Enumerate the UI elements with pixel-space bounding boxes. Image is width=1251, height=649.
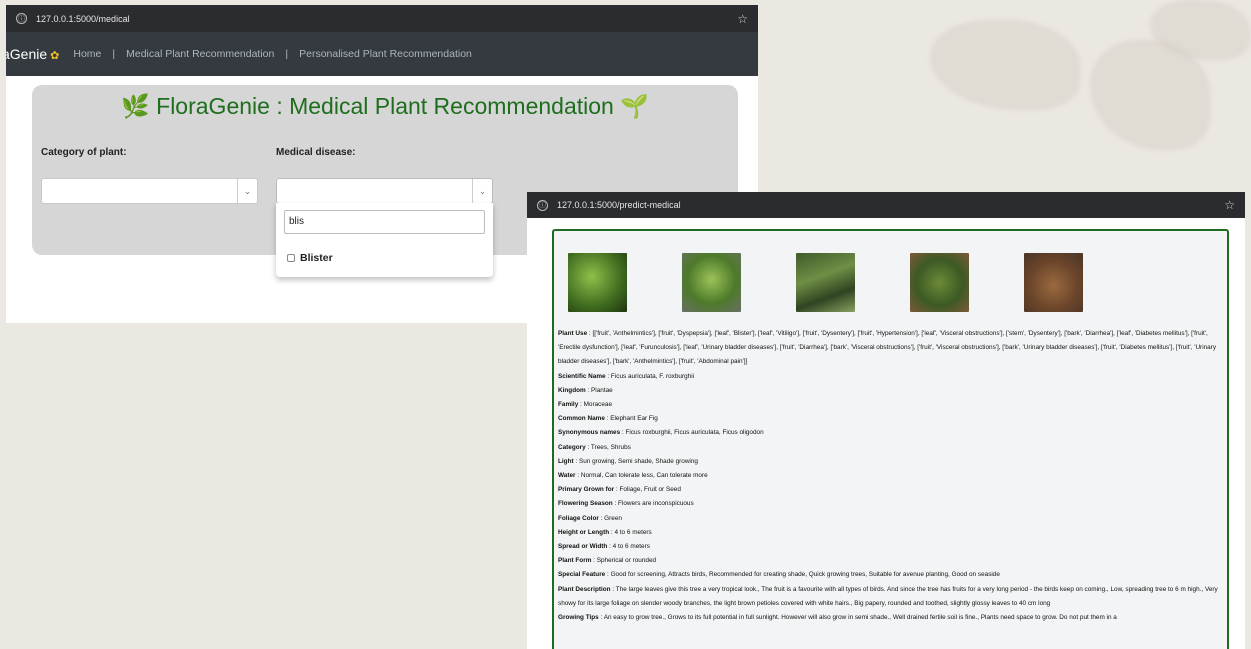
detail-value: Ficus auriculata, F. roxburghii [610,372,695,380]
detail-row: Family : Moraceae [558,401,612,409]
detail-value: Foliage, Fruit or Seed [619,486,681,494]
detail-row: Special Feature : Good for screening, At… [558,571,1000,579]
detail-row: Light : Sun growing, Semi shade, Shade g… [558,457,698,465]
detail-label: Family [558,401,579,409]
plant-image-gallery [568,253,1138,312]
chevron-down-icon[interactable]: ⌄ [472,179,492,203]
bookmark-star-icon[interactable]: ☆ [1224,198,1235,212]
detail-label: Kingdom [558,386,586,394]
detail-row: Kingdom : Plantae [558,386,613,394]
detail-label: Foliage Color [558,514,599,522]
category-select[interactable]: ⌄ [41,178,258,204]
nav-medical-link[interactable]: Medical Plant Recommendation [126,48,274,60]
detail-label: Special Feature [558,571,606,579]
flower-icon: ✿ [50,50,60,62]
detail-value: 4 to 6 meters [612,543,650,551]
brand-text: aGenie [6,46,48,62]
background-shape [930,20,1080,110]
detail-label: Plant Description [558,585,611,593]
category-label: Category of plant: [41,147,127,158]
detail-value: Ficus roxburghii, Ficus auriculata, Ficu… [625,429,764,437]
detail-row: Water : Normal, Can tolerate less, Can t… [558,472,708,480]
detail-label: Plant Use [558,330,588,337]
disease-option[interactable]: Blister [287,252,333,264]
nav-separator: | [112,48,116,60]
detail-label: Light [558,457,574,465]
predict-page-window: ⓘ 127.0.0.1:5000/predict-medical ☆ Plant… [527,192,1245,649]
url-text: 127.0.0.1:5000/medical [36,13,130,24]
nav-personalised-link[interactable]: Personalised Plant Recommendation [299,48,472,60]
disease-select[interactable]: ⌄ [276,178,493,204]
detail-label: Plant Form [558,557,592,565]
detail-label: Category [558,443,586,451]
detail-row: Synonymous names : Ficus roxburghii, Fic… [558,429,764,437]
brand[interactable]: aGenie ✿ [6,46,59,62]
detail-value: 4 to 6 meters [614,528,652,536]
detail-label: Primary Grown for [558,486,615,494]
option-label: Blister [300,252,333,264]
detail-value: [['fruit', 'Anthelmintics'], ['fruit', '… [558,330,1217,366]
nav-home-link[interactable]: Home [73,48,101,60]
detail-label: Growing Tips [558,614,599,622]
detail-row: Common Name : Elephant Ear Fig [558,415,658,423]
detail-label: Common Name [558,415,605,423]
detail-row: Plant Use : [['fruit', 'Anthelmintics'],… [558,330,1217,366]
plant-photo [796,253,855,312]
plant-details: Plant Use : [['fruit', 'Anthelmintics'],… [558,327,1225,625]
detail-row: Height or Length : 4 to 6 meters [558,528,652,536]
detail-value: Green [604,514,622,522]
detail-label: Spread or Width [558,543,608,551]
detail-label: Height or Length [558,528,610,536]
plant-photo [568,253,627,312]
address-bar[interactable]: ⓘ 127.0.0.1:5000/medical ☆ [6,5,758,32]
detail-value: Plantae [591,386,613,394]
disease-dropdown: blis Blister [276,203,493,277]
detail-row: Plant Form : Spherical or rounded [558,557,657,565]
detail-value: Good for screening, Attracts birds, Reco… [610,571,1000,579]
url-text: 127.0.0.1:5000/predict-medical [557,200,681,210]
plant-photo [682,253,741,312]
detail-row: Primary Grown for : Foliage, Fruit or Se… [558,486,681,494]
site-info-icon[interactable]: ⓘ [537,199,548,211]
detail-row: Flowering Season : Flowers are inconspic… [558,500,694,508]
option-checkbox[interactable] [287,254,295,262]
detail-value: Trees, Shrubs [590,443,631,451]
detail-label: Scientific Name [558,372,606,380]
disease-label: Medical disease: [276,147,356,158]
plant-photo [1024,253,1083,312]
detail-value: An easy to grow tree., Grows to its full… [603,614,1117,622]
navbar: aGenie ✿ Home | Medical Plant Recommendat… [6,32,758,76]
detail-value: Sun growing, Semi shade, Shade growing [578,457,698,465]
detail-value: Normal, Can tolerate less, Can tolerate … [580,472,708,480]
detail-row: Scientific Name : Ficus auriculata, F. r… [558,372,695,380]
page-title: 🌿 FloraGenie : Medical Plant Recommendat… [121,93,649,119]
detail-value: The large leaves give this tree a very t… [558,585,1218,607]
disease-search-input[interactable]: blis [284,210,485,234]
detail-label: Flowering Season [558,500,613,508]
detail-row: Growing Tips : An easy to grow tree., Gr… [558,614,1117,622]
chevron-down-icon[interactable]: ⌄ [237,179,257,203]
nav-separator: | [285,48,289,60]
detail-label: Synonymous names [558,429,621,437]
plant-photo [910,253,969,312]
detail-label: Water [558,472,576,480]
detail-row: Foliage Color : Green [558,514,622,522]
detail-value: Flowers are inconspicuous [618,500,694,508]
bookmark-star-icon[interactable]: ☆ [737,12,748,26]
detail-row: Spread or Width : 4 to 6 meters [558,543,650,551]
detail-row: Category : Trees, Shrubs [558,443,631,451]
result-panel: Plant Use : [['fruit', 'Anthelmintics'],… [552,229,1229,649]
address-bar[interactable]: ⓘ 127.0.0.1:5000/predict-medical ☆ [527,192,1245,218]
detail-value: Elephant Ear Fig [610,415,658,423]
site-info-icon[interactable]: ⓘ [16,13,27,24]
detail-value: Spherical or rounded [596,557,657,565]
detail-row: Plant Description : The large leaves giv… [558,585,1218,607]
detail-value: Moraceae [583,401,612,409]
